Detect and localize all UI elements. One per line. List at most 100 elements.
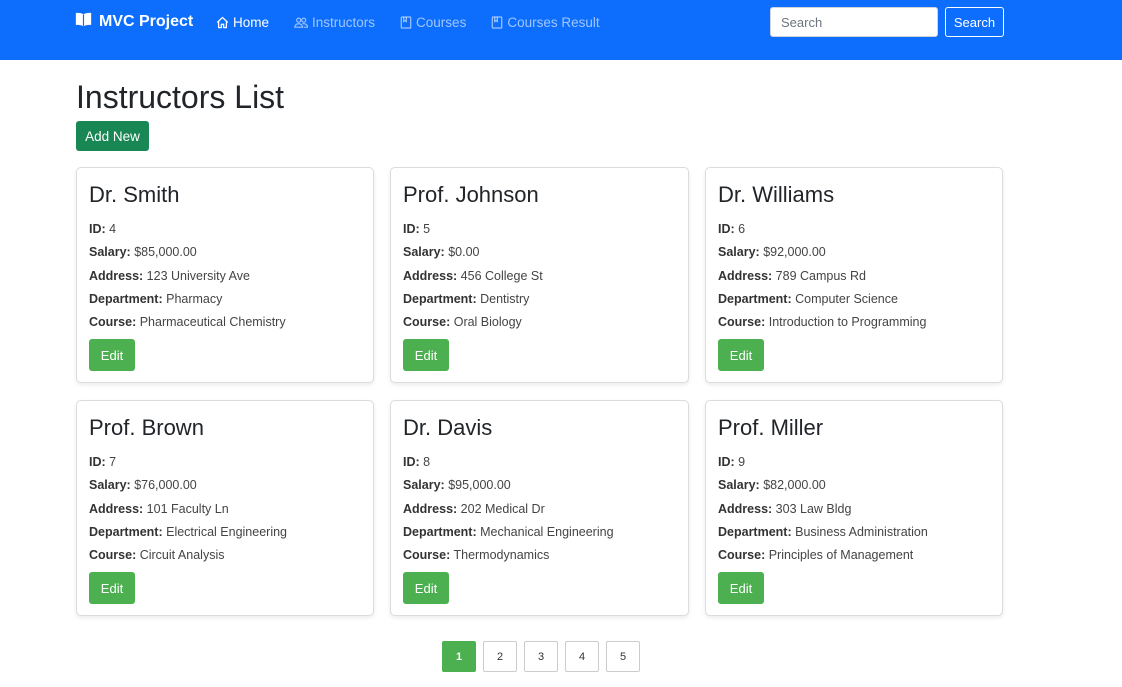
- field-value: Dentistry: [480, 291, 530, 306]
- field-label: Course:: [89, 315, 137, 330]
- field-value: Circuit Analysis: [139, 548, 225, 563]
- field-value: Mechanical Engineering: [480, 524, 614, 539]
- field-label: ID:: [403, 222, 420, 236]
- instructor-card: Prof. Johnson ID: 5 Salary: $0.00 Address: …: [390, 167, 689, 383]
- field-label: Address:: [89, 268, 144, 283]
- field-value: 456 College St: [460, 268, 543, 283]
- instructor-department: Department: Pharmacy: [89, 288, 361, 311]
- page-button[interactable]: 3: [524, 641, 558, 672]
- instructor-id: ID: 5: [403, 218, 676, 241]
- field-label: ID:: [89, 455, 106, 469]
- instructor-course: Course: Principles of Management: [718, 544, 990, 567]
- instructor-card: Prof. Miller ID: 9 Salary: $82,000.00 Addre…: [705, 400, 1003, 616]
- field-value: 202 Medical Dr: [460, 501, 545, 516]
- field-value: $0.00: [448, 245, 480, 260]
- field-value: 101 Faculty Ln: [146, 501, 229, 516]
- field-label: Department:: [89, 524, 163, 539]
- field-label: Salary:: [718, 478, 760, 493]
- field-value: Business Administration: [795, 524, 928, 539]
- field-label: Department:: [403, 524, 477, 539]
- instructor-department: Department: Electrical Engineering: [89, 521, 361, 544]
- field-value: 5: [423, 222, 431, 236]
- edit-button[interactable]: Edit: [718, 572, 764, 604]
- add-new-button[interactable]: Add New: [76, 121, 149, 151]
- field-value: 4: [109, 222, 117, 236]
- nav-instructors[interactable]: Instructors: [294, 15, 375, 30]
- field-value: Pharmacy: [166, 291, 223, 306]
- field-value: Computer Science: [795, 291, 898, 306]
- nav-home[interactable]: Home: [216, 15, 269, 30]
- field-label: Course:: [403, 315, 451, 330]
- field-label: Salary:: [403, 478, 445, 493]
- field-label: Salary:: [718, 245, 760, 260]
- instructor-card: Dr. Smith ID: 4 Salary: $85,000.00 Address:…: [76, 167, 374, 383]
- edit-button[interactable]: Edit: [718, 339, 764, 371]
- page-button[interactable]: 1: [442, 641, 476, 672]
- field-label: Course:: [718, 315, 766, 330]
- field-value: 6: [738, 222, 746, 236]
- instructor-department: Department: Dentistry: [403, 288, 676, 311]
- nav-instructors-label: Instructors: [312, 14, 376, 30]
- instructor-salary: Salary: $76,000.00: [89, 474, 361, 497]
- instructor-cards: Dr. Smith ID: 4 Salary: $85,000.00 Address:…: [76, 167, 1003, 616]
- page-button[interactable]: 2: [483, 641, 517, 672]
- instructor-course: Course: Pharmaceutical Chemistry: [89, 311, 361, 334]
- nav-courses[interactable]: Courses: [400, 15, 466, 30]
- field-value: $95,000.00: [448, 478, 511, 493]
- field-value: Electrical Engineering: [166, 524, 288, 539]
- brand[interactable]: MVC Project: [75, 12, 193, 32]
- instructor-name: Prof. Brown: [89, 415, 204, 440]
- instructor-department: Department: Computer Science: [718, 288, 990, 311]
- pagination: 12345: [442, 641, 640, 672]
- instructor-card: Dr. Davis ID: 8 Salary: $95,000.00 Address:…: [390, 400, 689, 616]
- field-label: Address:: [718, 501, 773, 516]
- edit-button[interactable]: Edit: [403, 572, 449, 604]
- instructor-course: Course: Circuit Analysis: [89, 544, 361, 567]
- field-label: Course:: [403, 548, 451, 563]
- edit-button[interactable]: Edit: [89, 572, 135, 604]
- field-value: Thermodynamics: [453, 548, 550, 563]
- field-label: Department:: [403, 291, 477, 306]
- instructor-card: Prof. Brown ID: 7 Salary: $76,000.00 Addres…: [76, 400, 374, 616]
- field-value: Introduction to Programming: [768, 315, 927, 330]
- field-label: Salary:: [89, 478, 131, 493]
- instructor-address: Address: 456 College St: [403, 265, 676, 288]
- edit-button[interactable]: Edit: [403, 339, 449, 371]
- field-label: Course:: [718, 548, 766, 563]
- field-value: $85,000.00: [134, 245, 197, 260]
- field-value: $76,000.00: [134, 478, 197, 493]
- edit-button[interactable]: Edit: [89, 339, 135, 371]
- nav-courses-result-label: Courses Result: [507, 14, 600, 30]
- field-value: $82,000.00: [763, 478, 826, 493]
- instructor-card: Dr. Williams ID: 6 Salary: $92,000.00 Addre…: [705, 167, 1003, 383]
- instructor-course: Course: Introduction to Programming: [718, 311, 990, 334]
- field-label: Course:: [89, 548, 137, 563]
- field-label: ID:: [403, 455, 420, 469]
- instructor-id: ID: 7: [89, 451, 361, 474]
- instructor-name: Dr. Williams: [718, 182, 835, 207]
- house-icon: [216, 16, 229, 29]
- search-input[interactable]: [770, 7, 938, 37]
- field-label: Department:: [718, 291, 792, 306]
- field-label: Address:: [403, 268, 458, 283]
- field-label: ID:: [718, 455, 735, 469]
- search-button[interactable]: Search: [945, 7, 1004, 37]
- instructor-salary: Salary: $85,000.00: [89, 241, 361, 264]
- instructor-course: Course: Thermodynamics: [403, 544, 676, 567]
- instructor-course: Course: Oral Biology: [403, 311, 676, 334]
- nav-links: Home Instructors Courses Courses Result: [216, 12, 625, 32]
- instructor-name: Prof. Johnson: [403, 182, 539, 207]
- page-button[interactable]: 5: [606, 641, 640, 672]
- nav-courses-result[interactable]: Courses Result: [491, 14, 600, 30]
- field-value: 8: [423, 455, 431, 469]
- instructor-name: Dr. Smith: [89, 182, 180, 207]
- instructor-salary: Salary: $82,000.00: [718, 474, 990, 497]
- instructor-name: Dr. Davis: [403, 415, 493, 440]
- instructor-address: Address: 789 Campus Rd: [718, 265, 990, 288]
- instructor-address: Address: 303 Law Bldg: [718, 498, 990, 521]
- page-button[interactable]: 4: [565, 641, 599, 672]
- people-icon: [294, 16, 309, 29]
- book-icon: [75, 12, 92, 32]
- instructor-salary: Salary: $0.00: [403, 241, 676, 264]
- instructor-address: Address: 123 University Ave: [89, 265, 361, 288]
